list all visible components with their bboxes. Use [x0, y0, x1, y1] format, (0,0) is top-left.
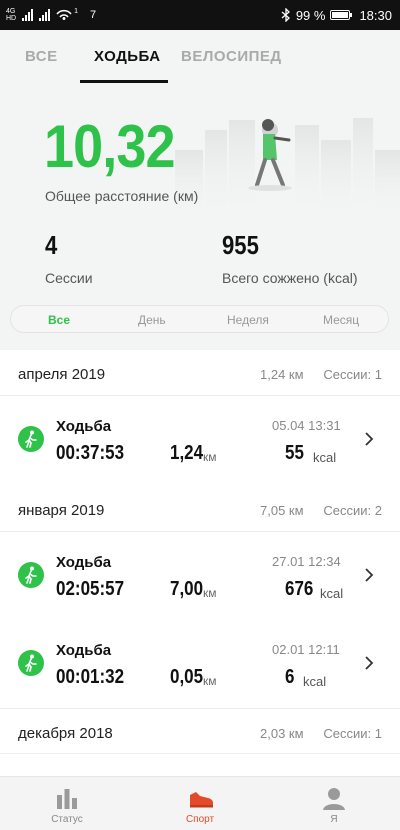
- network-type: 4G HD: [6, 8, 16, 22]
- notification-count: 7: [90, 9, 97, 21]
- activity-title: Ходьба: [56, 554, 112, 571]
- month-header: января 2019 7,05 км Сессии: 2: [0, 486, 400, 532]
- month-sessions: Сессии: 1: [323, 726, 382, 741]
- activity-duration: 00:01:32: [56, 666, 125, 688]
- walking-icon: [18, 650, 44, 676]
- period-filter: Все День Неделя Месяц: [10, 305, 389, 333]
- status-bar: 4G HD 1 7 99 % 18:30: [0, 0, 400, 30]
- walking-icon: [18, 426, 44, 452]
- activity-tabs: ВСЕ ХОДЬБА ВЕЛОСИПЕД: [0, 30, 400, 84]
- tab-cycling[interactable]: ВЕЛОСИПЕД: [181, 48, 282, 65]
- period-month[interactable]: Месяц: [323, 313, 359, 327]
- bluetooth-icon: [281, 8, 290, 22]
- sessions-value: 4: [45, 230, 58, 260]
- month-name: января 2019: [18, 502, 105, 519]
- nav-me[interactable]: Я: [294, 777, 374, 830]
- sneaker-icon: [190, 792, 213, 808]
- activity-kcal: 6: [285, 666, 295, 688]
- active-tab-indicator: [80, 80, 168, 83]
- activity-kcal-unit: kcal: [303, 674, 327, 689]
- network-hd-label: HD: [6, 15, 17, 22]
- activity-item[interactable]: Ходьба 27.01 12:34 02:05:57 7,00 км 676 …: [0, 534, 400, 622]
- activity-date: 27.01 12:34: [272, 554, 341, 569]
- activity-kcal-unit: kcal: [313, 450, 337, 465]
- tab-all[interactable]: ВСЕ: [25, 48, 58, 65]
- network-4g-label: 4G: [6, 8, 16, 15]
- chevron-right-icon: [365, 656, 374, 670]
- walking-icon: [18, 562, 44, 588]
- person-icon: [323, 788, 345, 810]
- bottom-navigation: Статус Спорт Я: [0, 776, 400, 830]
- period-day[interactable]: День: [138, 313, 166, 327]
- month-header: апреля 2019 1,24 км Сессии: 1: [0, 350, 400, 396]
- activity-item[interactable]: Ходьба 05.04 13:31 00:37:53 1,24 км 55 k…: [0, 398, 400, 486]
- total-distance-value: 10,32: [44, 113, 176, 180]
- nav-status-label: Статус: [51, 814, 83, 825]
- nav-me-label: Я: [330, 814, 338, 825]
- activity-item[interactable]: Ходьба 02.01 12:11 00:01:32 0,05 км 6 kc…: [0, 622, 400, 710]
- nav-status[interactable]: Статус: [27, 777, 107, 830]
- month-sessions: Сессии: 2: [323, 503, 382, 518]
- month-sessions: Сессии: 1: [323, 367, 382, 382]
- month-header: декабря 2018 2,03 км Сессии: 1: [0, 708, 400, 754]
- walking-illustration: [175, 118, 400, 220]
- activity-distance-unit: км: [203, 674, 217, 688]
- activity-kcal: 55: [285, 442, 304, 464]
- activity-distance-unit: км: [203, 450, 217, 464]
- tab-walking[interactable]: ХОДЬБА: [94, 48, 161, 65]
- month-name: апреля 2019: [18, 366, 106, 383]
- hotspot-badge: 1: [74, 7, 79, 15]
- activity-date: 05.04 13:31: [272, 418, 341, 433]
- month-name: декабря 2018: [18, 725, 113, 742]
- activity-kcal-unit: kcal: [320, 586, 344, 601]
- activity-title: Ходьба: [56, 418, 112, 435]
- signal-2-icon: [39, 9, 51, 21]
- clock: 18:30: [359, 7, 392, 23]
- bar-chart-icon: [57, 789, 77, 809]
- month-distance: 7,05 км: [260, 503, 304, 518]
- total-distance-label: Общее расстояние (км): [45, 188, 199, 204]
- battery-icon: [330, 10, 353, 20]
- signal-icon: [22, 9, 34, 21]
- burned-value: 955: [222, 230, 259, 260]
- activity-distance: 0,05: [170, 666, 204, 688]
- period-week[interactable]: Неделя: [227, 313, 269, 327]
- month-distance: 1,24 км: [260, 367, 304, 382]
- activity-duration: 02:05:57: [56, 578, 125, 600]
- activity-distance: 1,24: [170, 442, 204, 464]
- activity-date: 02.01 12:11: [272, 642, 340, 657]
- sessions-label: Сессии: [45, 270, 93, 286]
- activity-kcal: 676: [285, 578, 314, 600]
- activity-duration: 00:37:53: [56, 442, 125, 464]
- sessions-list: апреля 2019 1,24 км Сессии: 1 Ходьба 05.…: [0, 350, 400, 780]
- month-distance: 2,03 км: [260, 726, 304, 741]
- activity-distance-unit: км: [203, 586, 217, 600]
- summary-panel: ВСЕ ХОДЬБА ВЕЛОСИПЕД 10,32 Общее расстоя…: [0, 30, 400, 350]
- battery-percent: 99 %: [295, 7, 326, 23]
- nav-sport[interactable]: Спорт: [160, 777, 240, 830]
- chevron-right-icon: [365, 432, 374, 446]
- hotspot-icon: [56, 9, 72, 20]
- burned-label: Всего сожжено (kcal): [222, 270, 358, 286]
- activity-distance: 7,00: [170, 578, 204, 600]
- nav-sport-label: Спорт: [185, 814, 215, 825]
- chevron-right-icon: [365, 568, 374, 582]
- activity-title: Ходьба: [56, 642, 112, 659]
- period-all[interactable]: Все: [48, 313, 70, 327]
